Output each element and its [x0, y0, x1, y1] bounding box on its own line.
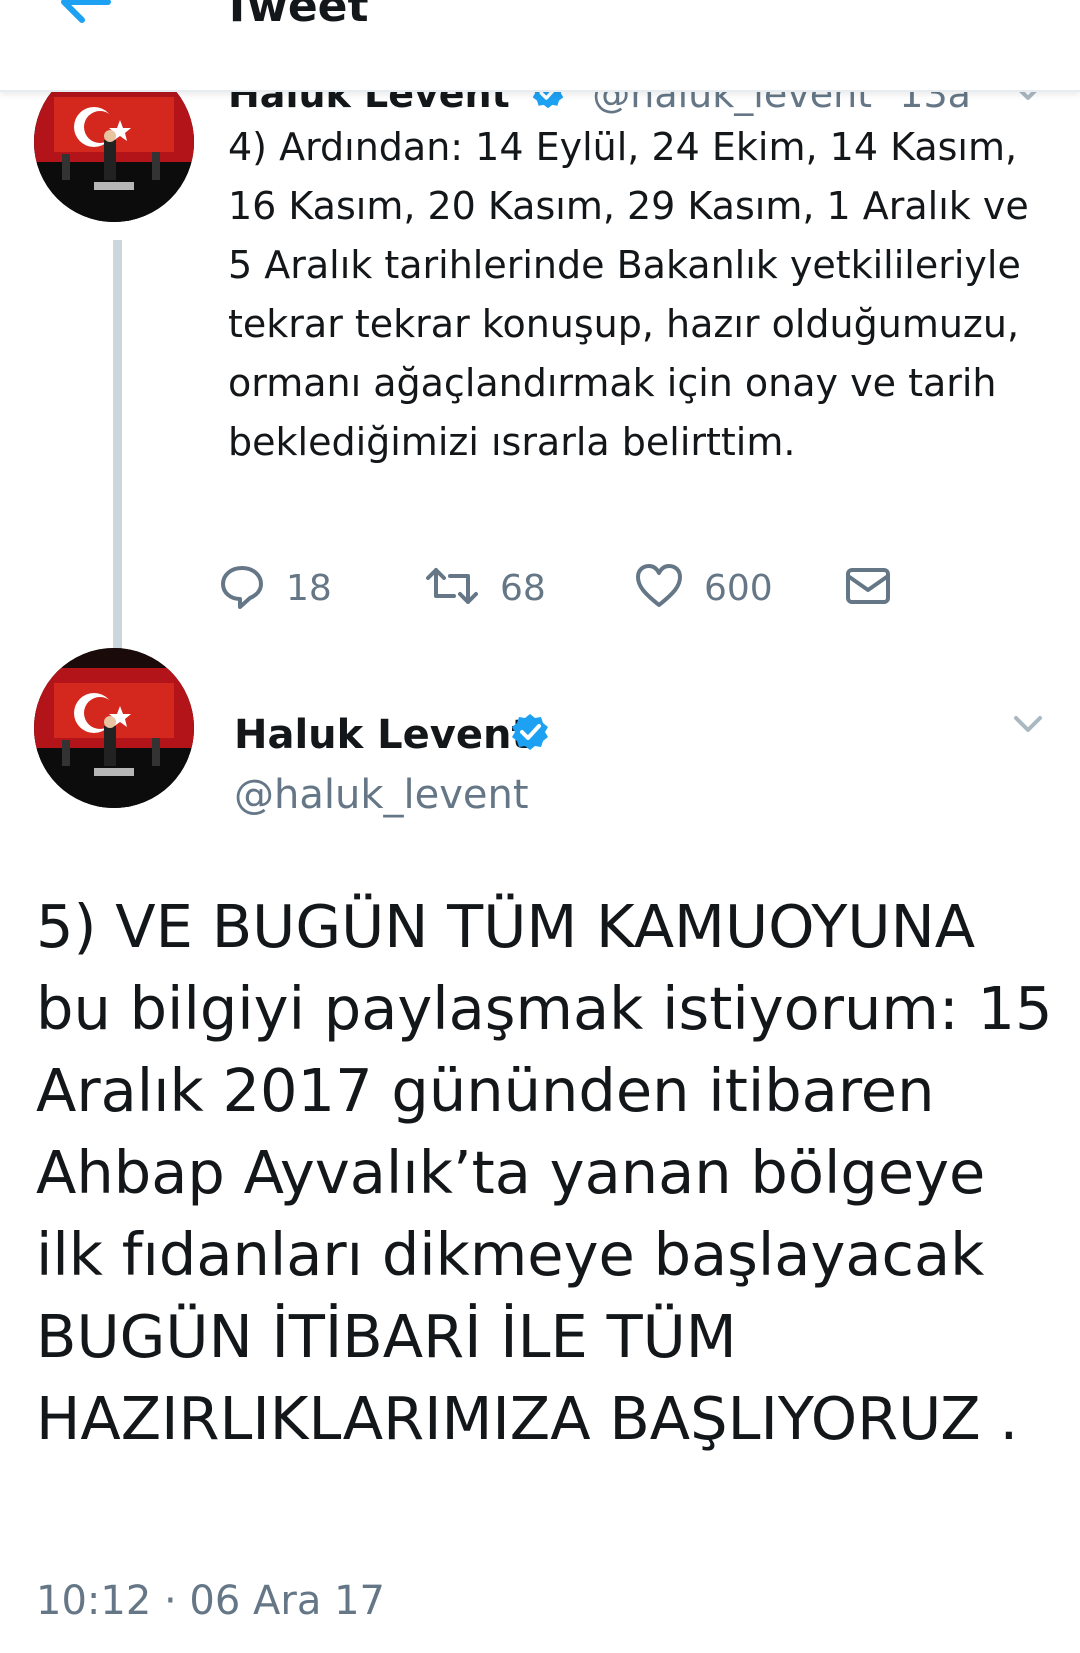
reply-button[interactable]: 18	[218, 560, 332, 616]
top-bar: Tweet	[0, 0, 1080, 92]
retweet-count: 68	[500, 567, 546, 609]
main-author-handle[interactable]: @haluk_levent	[234, 772, 529, 818]
like-count: 600	[704, 567, 773, 609]
avatar[interactable]	[34, 648, 194, 808]
heart-icon	[634, 562, 684, 614]
envelope-icon	[844, 562, 892, 614]
verified-badge-icon	[510, 712, 550, 756]
reply-icon	[218, 562, 266, 614]
arrow-left-icon[interactable]	[52, 0, 116, 34]
reply-tweet-text: 4) Ardından: 14 Eylül, 24 Ekim, 14 Kasım…	[228, 125, 1029, 464]
page-title: Tweet	[222, 0, 369, 32]
reply-count: 18	[286, 567, 332, 609]
like-button[interactable]: 600	[634, 560, 773, 616]
retweet-icon	[424, 562, 480, 614]
retweet-button[interactable]: 68	[424, 560, 546, 616]
chevron-down-icon[interactable]	[1012, 712, 1044, 740]
direct-message-button[interactable]	[844, 560, 892, 616]
tweet-timestamp: 10:12 · 06 Ara 17	[36, 1578, 385, 1624]
main-author-name[interactable]: Haluk Levent	[234, 712, 531, 758]
main-tweet-text: 5) VE BUGÜN TÜM KAMUOYUNA bu bilgiyi pay…	[36, 892, 1053, 1453]
tweet-detail-page: Tweet Haluk Levent @haluk_levent 13a 4) …	[0, 0, 1080, 1653]
reply-action-bar: 18 68 600	[0, 560, 1080, 620]
